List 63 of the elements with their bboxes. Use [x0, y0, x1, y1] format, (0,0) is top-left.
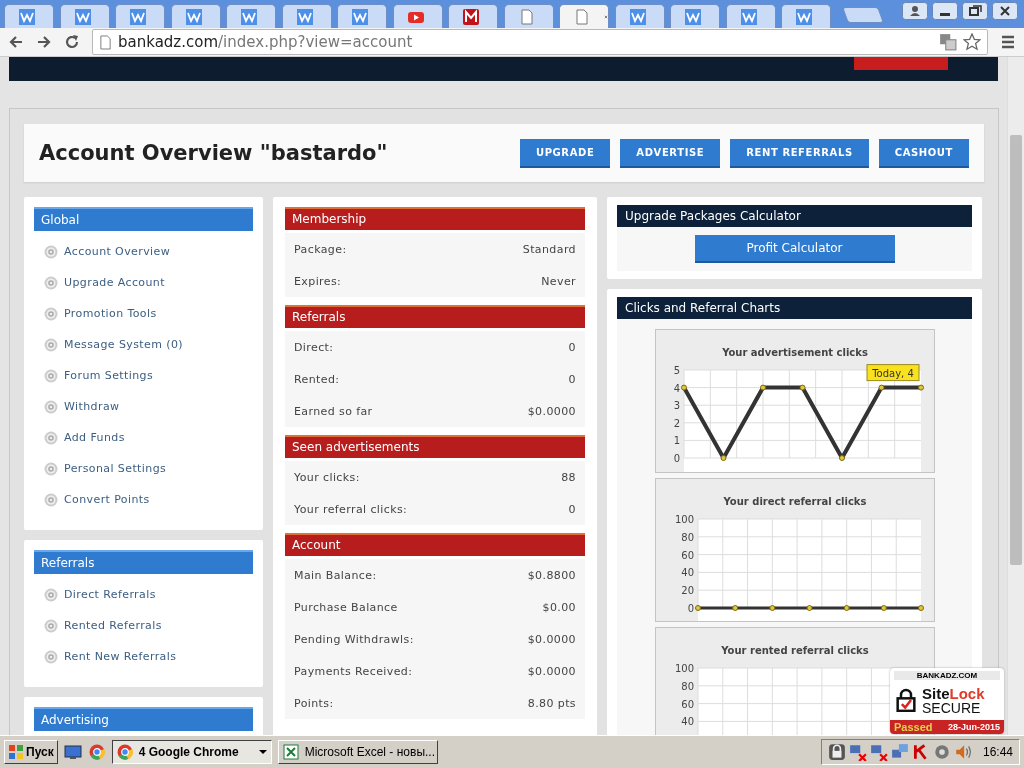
stat-value: $0.0000 [527, 664, 576, 678]
axis-tick: 2 [673, 417, 680, 429]
stat-value: $0.0000 [527, 404, 576, 418]
menu-header: Advertising [34, 707, 253, 731]
axis-tick: 0 [673, 453, 680, 464]
stat-label: Earned so far [294, 404, 373, 418]
stat-value: Never [541, 274, 576, 288]
stat-label: Pending Withdrawls: [294, 632, 414, 646]
badge-date: 28-Jun-2015 [947, 722, 1000, 732]
stat-value: 0 [568, 502, 576, 516]
menu-header: Global [34, 207, 253, 231]
axis-tick: 60 [680, 549, 694, 561]
badge-brand: Lock [949, 684, 985, 702]
stat-label: Payments Received: [294, 664, 413, 678]
stat-label: Expires: [294, 274, 342, 288]
stat-value: 0 [568, 340, 576, 354]
section-header: Seen advertisements [285, 435, 585, 458]
axis-tick: 3 [673, 400, 680, 412]
badge-brand: Site [922, 684, 950, 702]
section-header: Account [285, 533, 585, 556]
panel-header: Clicks and Referral Charts [617, 297, 972, 319]
chart-title: Your advertisement clicks [721, 347, 868, 358]
stat-label: Package: [294, 242, 347, 256]
section-header: Referrals [285, 305, 585, 328]
axis-tick: 100 [674, 514, 694, 525]
stat-label: Purchase Balance [294, 600, 398, 614]
axis-tick: 20 [680, 585, 694, 597]
chart-tooltip: Today, 4 [866, 364, 919, 382]
axis-tick: 40 [680, 567, 694, 579]
page-title: Account Overview "bastardo" [39, 141, 389, 165]
axis-tick: 80 [680, 531, 694, 543]
stat-value: $0.8800 [527, 568, 576, 582]
stat-label: Rented: [294, 372, 340, 386]
annotation: Today, 4 [870, 367, 914, 379]
axis-tick: 0 [687, 603, 694, 614]
stat-label: Direct: [294, 340, 334, 354]
axis-tick: 4 [673, 382, 680, 394]
stat-value: $0.0000 [527, 632, 576, 646]
stat-label: Points: [294, 696, 334, 710]
stat-value: $0.00 [542, 600, 576, 614]
section-header: Membership [285, 207, 585, 230]
panel-header: Upgrade Packages Calculator [617, 205, 972, 227]
axis-tick: 5 [673, 365, 680, 376]
chart-title: Your rented referral clicks [720, 645, 869, 656]
url-text: bankadz.com/index.php?view=account [118, 33, 413, 51]
stat-value: 0 [568, 372, 576, 386]
stat-label: Your referral clicks: [294, 502, 408, 516]
badge-status: Passed [894, 721, 933, 733]
stat-value: 88 [561, 470, 576, 484]
axis-label: 60 [680, 698, 694, 710]
axis-label: 80 [680, 680, 694, 692]
clock: 16:44 [982, 745, 1013, 759]
axis-label: 100 [674, 663, 694, 674]
stat-value: 8.80 pts [527, 696, 576, 710]
badge-secure: SECURE [922, 700, 982, 715]
axis-label: 40 [680, 716, 694, 728]
stat-label: Your clicks: [294, 470, 360, 484]
stat-value: Standard [522, 242, 576, 256]
axis-tick: 1 [673, 435, 680, 447]
badge-domain: BANKADZ.COM [894, 671, 1000, 680]
menu-header: Referrals [34, 550, 253, 574]
chart-title: Your direct referral clicks [723, 496, 866, 507]
stat-label: Main Balance: [294, 568, 377, 582]
